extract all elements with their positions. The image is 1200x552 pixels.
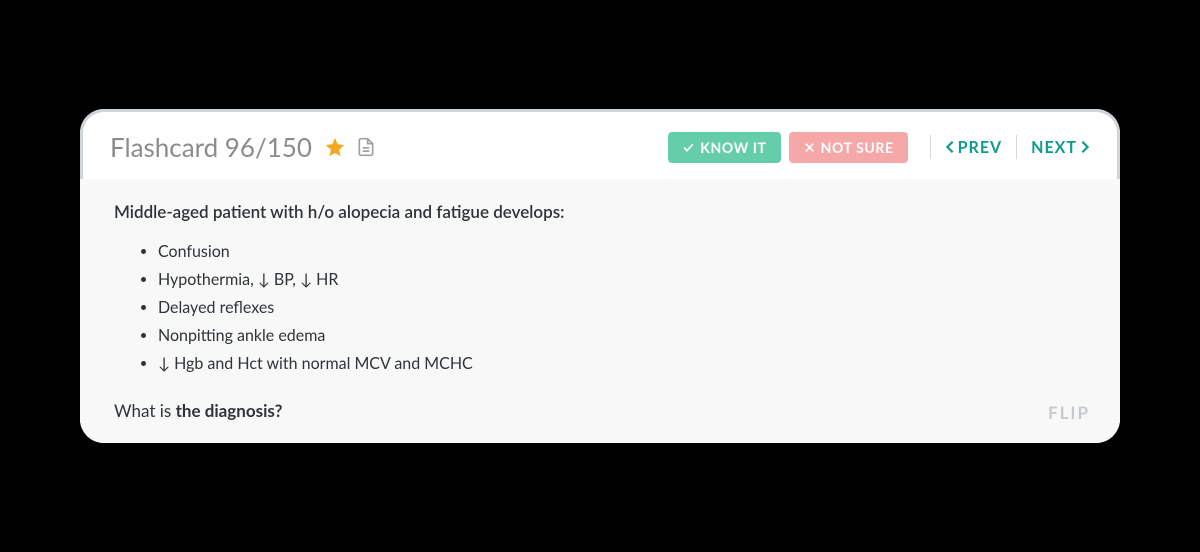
card-lead-text: Middle-aged patient with h/o alopecia an…	[114, 201, 1086, 222]
card-header: Flashcard 96/150 KNOW IT NOT SURE PREV N…	[80, 109, 1120, 179]
divider	[1016, 135, 1017, 159]
know-it-label: KNOW IT	[700, 139, 766, 156]
not-sure-label: NOT SURE	[821, 139, 894, 156]
list-item: Confusion	[158, 238, 1086, 266]
not-sure-button[interactable]: NOT SURE	[789, 132, 908, 163]
divider	[930, 135, 931, 159]
next-label: NEXT	[1031, 138, 1077, 157]
card-body: Middle-aged patient with h/o alopecia an…	[80, 179, 1120, 443]
flip-button[interactable]: FLIP	[1048, 402, 1090, 423]
know-it-button[interactable]: KNOW IT	[668, 132, 780, 163]
question-prefix: What is	[114, 400, 176, 421]
flashcard: Flashcard 96/150 KNOW IT NOT SURE PREV N…	[80, 109, 1120, 443]
card-title: Flashcard 96/150	[110, 131, 312, 163]
list-item: Delayed reflexes	[158, 294, 1086, 322]
list-item: ↓ Hgb and Hct with normal MCV and MCHC	[158, 350, 1086, 378]
prev-button[interactable]: PREV	[945, 138, 1003, 157]
list-item: Nonpitting ankle edema	[158, 322, 1086, 350]
star-icon[interactable]	[324, 136, 346, 158]
note-icon[interactable]	[356, 137, 376, 157]
prev-label: PREV	[958, 138, 1003, 157]
question-bold: the diagnosis?	[176, 400, 283, 421]
next-button[interactable]: NEXT	[1031, 138, 1090, 157]
symptom-list: Confusion Hypothermia, ↓ BP, ↓ HR Delaye…	[158, 238, 1086, 378]
question-text: What is the diagnosis?	[114, 400, 1086, 421]
list-item: Hypothermia, ↓ BP, ↓ HR	[158, 266, 1086, 294]
